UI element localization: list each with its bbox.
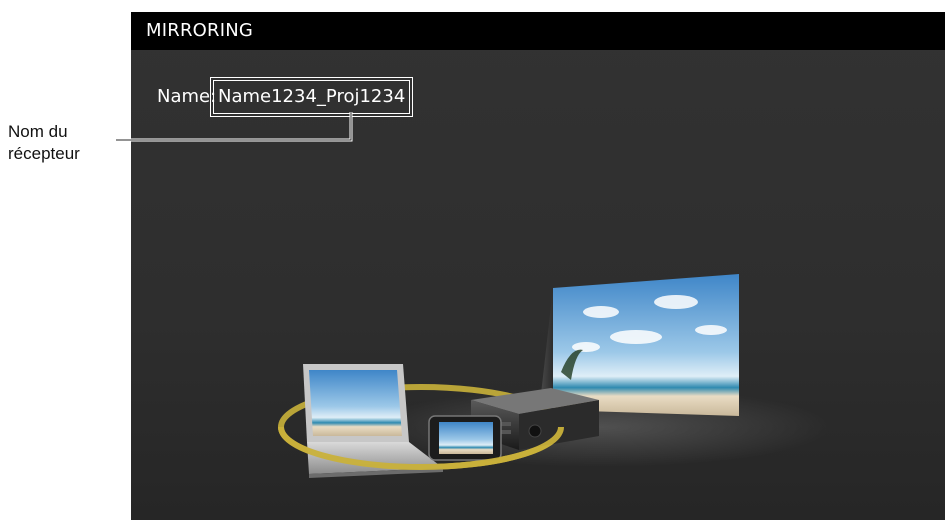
- annotation-line-1: Nom du: [8, 122, 68, 141]
- receiver-name-annotation: Nom du récepteur: [8, 121, 118, 165]
- smartphone-icon: [428, 415, 502, 461]
- mirroring-screen: MIRRORING Name: Name1234_Proj1234: [131, 12, 945, 520]
- projection-screen-icon: [553, 274, 739, 416]
- mirroring-illustration: [278, 274, 831, 478]
- annotation-line-2: récepteur: [8, 144, 80, 163]
